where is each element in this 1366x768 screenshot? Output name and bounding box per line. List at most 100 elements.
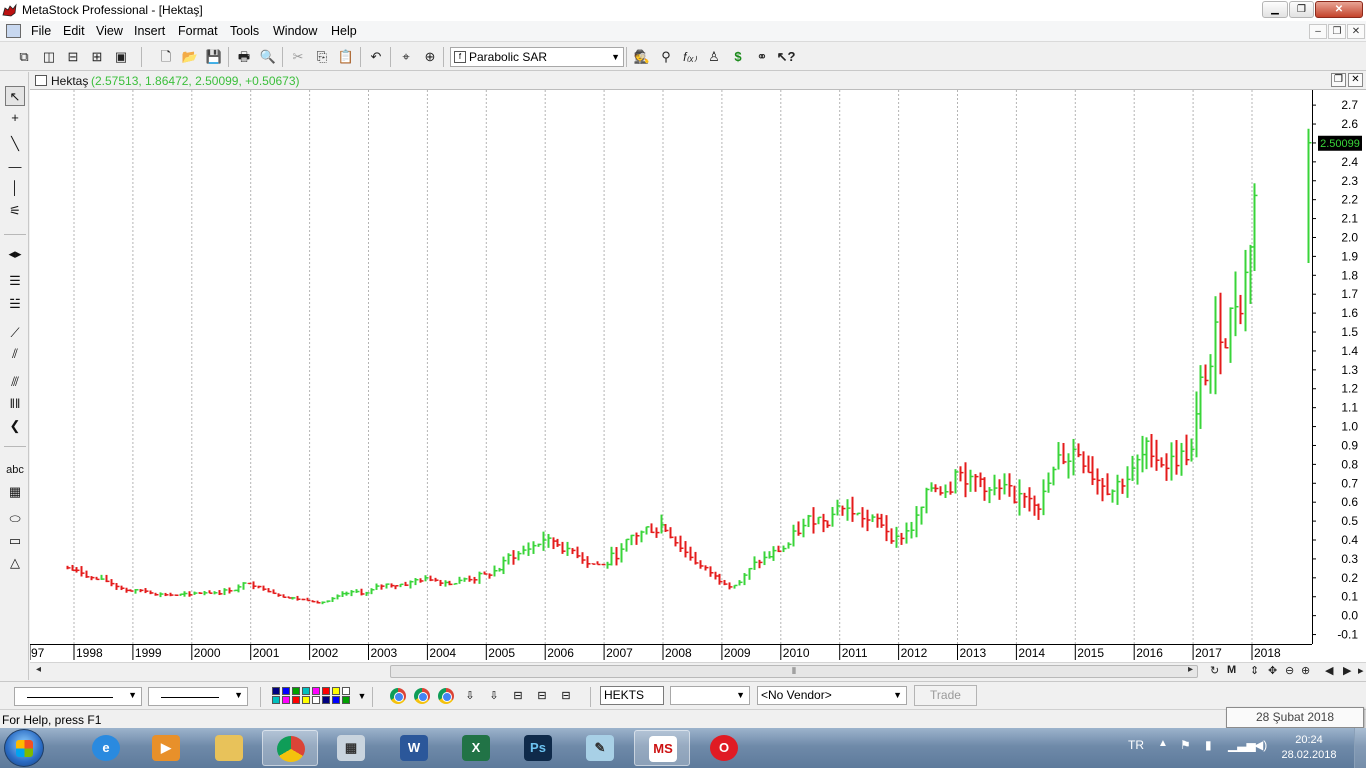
binoculars-icon[interactable]: ⚭ [752, 47, 772, 67]
zoom-icon[interactable]: ⊕ [420, 47, 440, 67]
vendor-select[interactable]: <No Vendor> ▼ [757, 686, 907, 705]
color-swatch[interactable] [302, 687, 310, 695]
cycle-lines-tool-icon[interactable]: ⚟ [5, 201, 25, 221]
arc-tool-icon[interactable]: ❮ [5, 416, 25, 436]
multi-window-icon[interactable]: ⧉ [14, 47, 34, 67]
chrome-icon[interactable] [390, 688, 406, 704]
clock[interactable]: 20:24 28.02.2018 [1278, 733, 1340, 763]
ellipse-tool-icon[interactable]: ⬭ [5, 509, 25, 529]
menu-insert[interactable]: Insert [134, 24, 165, 38]
gann-fan-tool-icon[interactable]: ⟋ [5, 323, 25, 343]
new-icon[interactable]: 🗋 [156, 47, 176, 67]
max-zoom-icon[interactable]: M [1227, 664, 1236, 676]
scrollbar-thumb[interactable]: ⦀ [390, 665, 1198, 678]
time-zones-tool-icon[interactable]: ‖‖ [5, 394, 25, 414]
page-right-icon[interactable]: ▶ [1343, 664, 1351, 677]
palette-dropdown-icon[interactable]: ▼ [354, 688, 370, 704]
rectangle-tool-icon[interactable]: ▭ [5, 531, 25, 551]
taskbar-app-media[interactable]: ▶ [138, 730, 194, 766]
window-layout-icon[interactable]: ⊟ [510, 688, 526, 704]
paste-icon[interactable]: 📋 [336, 47, 356, 67]
zoom-in-icon[interactable]: ⊕ [1301, 664, 1310, 677]
mdi-close-button[interactable]: ✕ [1347, 24, 1365, 39]
close-button[interactable]: ✕ [1315, 1, 1363, 18]
line-weight-select[interactable]: ▼ [148, 687, 248, 706]
taskbar-app-word[interactable]: W [386, 730, 442, 766]
line-style-select[interactable]: ▼ [14, 687, 142, 706]
color-swatch[interactable] [292, 696, 300, 704]
periodicity-select[interactable]: ▼ [670, 686, 750, 705]
color-swatch[interactable] [312, 696, 320, 704]
menu-help[interactable]: Help [331, 24, 357, 38]
mdi-minimize-button[interactable]: ‒ [1309, 24, 1327, 39]
color-swatch[interactable] [332, 687, 340, 695]
system-tester-icon[interactable]: ♙ [704, 47, 724, 67]
grid-tool-icon[interactable]: ▦ [5, 482, 25, 502]
start-button[interactable] [4, 729, 44, 767]
chrome-icon[interactable] [414, 688, 430, 704]
chrome-icon[interactable] [438, 688, 454, 704]
expert-icon[interactable]: 🕵 [632, 47, 652, 67]
window-layout-icon[interactable]: ⊟ [534, 688, 550, 704]
page-left-icon[interactable]: ◀ [1325, 664, 1333, 677]
fibonacci-arcs-tool-icon[interactable]: ☱ [5, 294, 25, 314]
volume-icon[interactable]: ◀) [1254, 738, 1267, 752]
scroll-right-arrow-icon[interactable]: ▸ [1188, 664, 1193, 675]
raff-regression-tool-icon[interactable]: ⫻ [5, 372, 25, 392]
scroll-left-arrow-icon[interactable]: ◂ [36, 664, 41, 675]
taskbar-app-excel[interactable]: X [448, 730, 504, 766]
color-swatch[interactable] [322, 687, 330, 695]
color-swatch[interactable] [282, 687, 290, 695]
formula-icon[interactable]: f₍ₓ₎ [680, 47, 700, 67]
menu-view[interactable]: View [96, 24, 123, 38]
zoom-out-icon[interactable]: ⊖ [1285, 664, 1294, 677]
taskbar-app-explorer[interactable] [201, 730, 257, 766]
triangle-tool-icon[interactable]: △ [5, 553, 25, 573]
color-swatch[interactable] [342, 696, 350, 704]
color-swatch[interactable] [342, 687, 350, 695]
vertical-resize-icon[interactable]: ⇕ [1250, 664, 1259, 677]
color-swatch[interactable] [332, 696, 340, 704]
print-preview-icon[interactable]: 🔍 [258, 47, 278, 67]
taskbar-app-calculator[interactable]: ▦ [323, 730, 379, 766]
text-tool-icon[interactable]: abc [5, 460, 25, 480]
andrews-pitchfork-tool-icon[interactable]: ⫽ [5, 344, 25, 364]
taskbar-app-chrome[interactable] [262, 730, 318, 766]
tile-grid-icon[interactable]: ⊞ [87, 47, 107, 67]
taskbar-app-metastock[interactable]: MS [634, 730, 690, 766]
chart-restore-button[interactable]: ❐ [1331, 73, 1346, 87]
minimize-button[interactable]: ▁ [1262, 1, 1288, 18]
undo-icon[interactable]: ↶ [366, 47, 386, 67]
pointer-tool-icon[interactable]: ↖ [5, 86, 25, 106]
taskbar-app-photoshop[interactable]: Ps [510, 730, 566, 766]
menu-tools[interactable]: Tools [230, 24, 259, 38]
tile-horizontal-icon[interactable]: ⊟ [63, 47, 83, 67]
window-layout-icon[interactable]: ⊟ [558, 688, 574, 704]
maximize-button[interactable]: ❐ [1289, 1, 1314, 18]
document-menu-icon[interactable] [6, 24, 21, 38]
cut-icon[interactable]: ✂ [288, 47, 308, 67]
tile-vertical-icon[interactable]: ◫ [39, 47, 59, 67]
help-pointer-icon[interactable]: ↖? [776, 47, 796, 67]
language-indicator[interactable]: TR [1128, 738, 1144, 752]
dollar-icon[interactable]: $ [728, 47, 748, 67]
refresh-icon[interactable]: ↻ [1210, 664, 1219, 677]
open-icon[interactable]: 📂 [180, 47, 200, 67]
template-icon[interactable]: ▣ [111, 47, 131, 67]
copy-icon[interactable]: ⎘ [312, 47, 332, 67]
page-end-icon[interactable]: ▸ [1358, 664, 1364, 677]
trade-button[interactable]: Trade [914, 685, 977, 706]
color-swatch[interactable] [312, 687, 320, 695]
network-icon[interactable]: ▁▃▅ [1228, 738, 1256, 752]
export-icon[interactable]: ⇩ [486, 688, 502, 704]
save-icon[interactable]: 💾 [204, 47, 224, 67]
import-icon[interactable]: ⇩ [462, 688, 478, 704]
indicator-select[interactable]: f Parabolic SAR ▼ [450, 47, 624, 67]
action-center-icon[interactable]: ⚑ [1180, 738, 1191, 752]
color-swatch[interactable] [322, 696, 330, 704]
menu-edit[interactable]: Edit [63, 24, 85, 38]
move-icon[interactable]: ✥ [1268, 664, 1277, 677]
color-swatch[interactable] [282, 696, 290, 704]
symbol-input[interactable]: HEKTS [600, 686, 664, 705]
color-swatch[interactable] [272, 696, 280, 704]
